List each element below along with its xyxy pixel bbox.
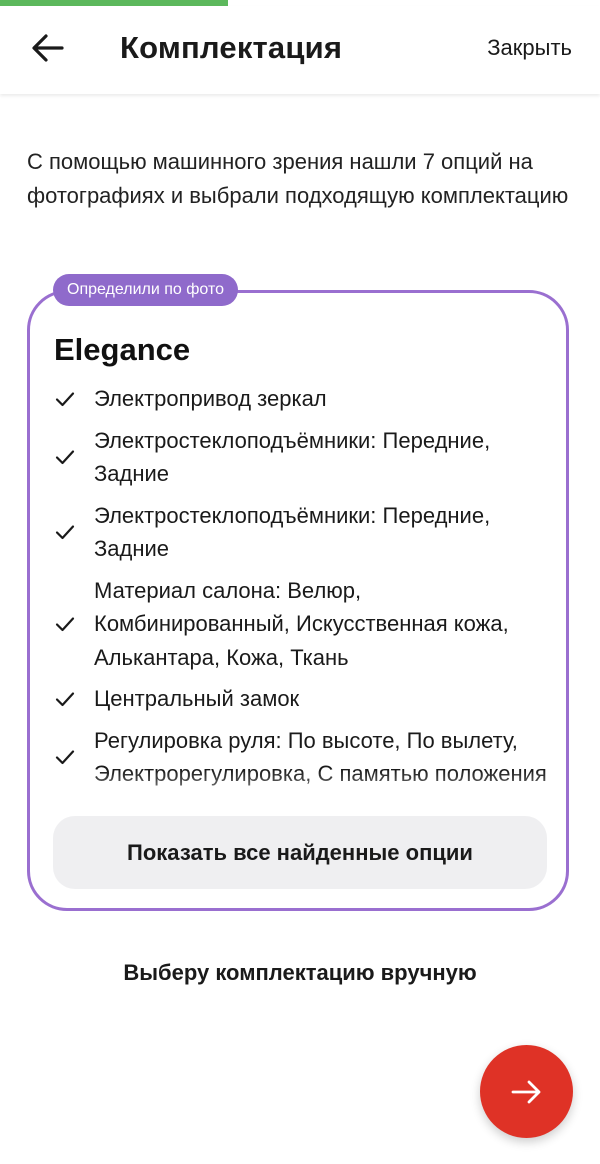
close-button[interactable]: Закрыть	[487, 32, 572, 64]
check-icon	[54, 521, 94, 543]
arrow-right-icon	[511, 1080, 540, 1103]
option-item: Электропривод зеркал	[54, 378, 554, 420]
option-label: Центральный замок	[94, 686, 300, 711]
check-icon	[54, 746, 94, 768]
header: Комплектация Закрыть	[0, 6, 600, 94]
trim-name: Elegance	[54, 332, 191, 367]
option-item: Электростеклоподъёмники: Передние, Задни…	[54, 495, 554, 570]
show-all-options-button[interactable]: Показать все найденные опции	[53, 816, 547, 889]
arrow-left-icon	[32, 34, 64, 62]
option-label: Материал салона: Велюр, Комбинированный,…	[94, 577, 509, 670]
check-icon	[54, 446, 94, 468]
option-label: Регулировка руля: По высоте, По вылету, …	[94, 727, 547, 787]
options-list: Электропривод зеркал Электростеклоподъём…	[54, 378, 554, 818]
back-button[interactable]	[28, 28, 68, 68]
check-icon	[54, 613, 94, 635]
option-label: Электростеклоподъёмники: Передние, Задни…	[94, 427, 491, 487]
option-item: Регулировка руля: По высоте, По вылету, …	[54, 720, 554, 795]
page-title: Комплектация	[120, 30, 343, 65]
option-label: Электропривод зеркал	[94, 386, 327, 411]
option-item: Материал салона: Велюр, Комбинированный,…	[54, 570, 554, 679]
detected-badge: Определили по фото	[53, 274, 239, 306]
option-item: Центральный замок	[54, 678, 554, 720]
check-icon	[54, 688, 94, 710]
check-icon	[54, 388, 94, 410]
next-button[interactable]	[480, 1045, 573, 1138]
intro-text: С помощью машинного зрения нашли 7 опций…	[27, 149, 569, 208]
choose-manually-button[interactable]: Выберу комплектацию вручную	[0, 956, 600, 990]
option-label: Электростеклоподъёмники: Передние, Задни…	[94, 502, 491, 562]
option-item: Электростеклоподъёмники: Передние, Задни…	[54, 420, 554, 495]
